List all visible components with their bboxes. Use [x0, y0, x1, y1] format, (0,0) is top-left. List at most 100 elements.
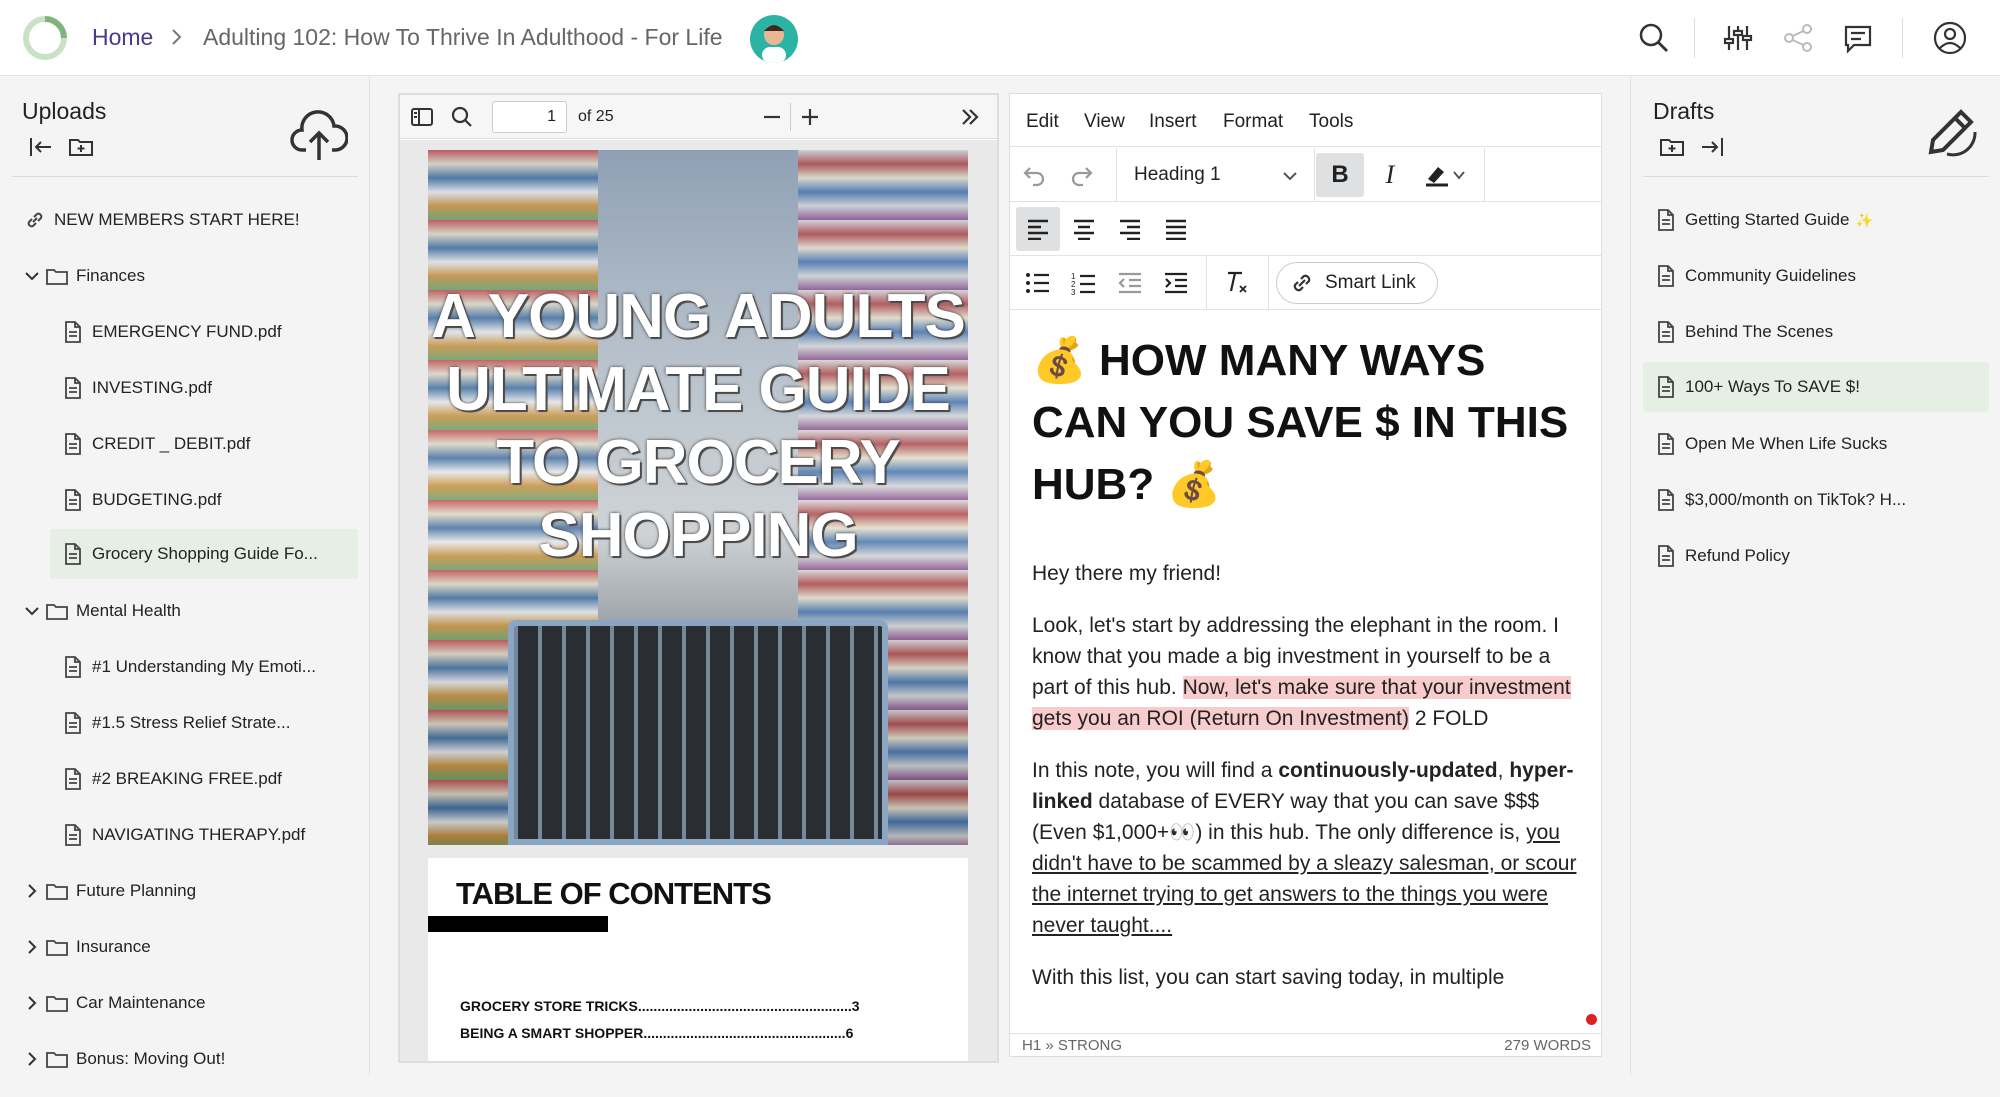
chevron-right-icon[interactable] — [24, 883, 40, 899]
indent-button[interactable] — [1154, 261, 1198, 305]
tree-folder-bonus-moving-out[interactable]: Bonus: Moving Out! — [24, 1034, 225, 1084]
tree-link-new-members[interactable]: NEW MEMBERS START HERE! — [24, 195, 300, 245]
file-icon — [65, 824, 81, 846]
toc-line: BEING A SMART SHOPPER...................… — [460, 1025, 854, 1041]
smart-link-button[interactable]: Smart Link — [1276, 262, 1438, 304]
folder-icon — [46, 996, 68, 1012]
tree-folder-future-planning[interactable]: Future Planning — [24, 866, 196, 916]
text-span: database of EVERY way that you can save … — [1032, 790, 1540, 844]
collapse-right-icon[interactable] — [1699, 134, 1725, 160]
italic-button[interactable]: I — [1368, 153, 1412, 197]
draft-refund-policy[interactable]: Refund Policy — [1655, 531, 1790, 581]
tree-file-understanding-emotions[interactable]: #1 Understanding My Emoti... — [62, 642, 316, 692]
align-right-button[interactable] — [1108, 207, 1152, 251]
notification-dot — [1586, 1014, 1597, 1025]
draft-tiktok[interactable]: $3,000/month on TikTok? H... — [1655, 475, 1906, 525]
chevron-right-icon[interactable] — [24, 939, 40, 955]
tree-folder-insurance[interactable]: Insurance — [24, 922, 151, 972]
tree-folder-mental-health[interactable]: Mental Health — [24, 586, 181, 636]
chevron-right-icon — [168, 26, 186, 48]
tree-file-navigating-therapy[interactable]: NAVIGATING THERAPY.pdf — [62, 810, 305, 860]
cover-page-image: A YOUNG ADULTS ULTIMATE GUIDE TO GROCERY… — [428, 150, 968, 845]
cart-decoration — [508, 620, 888, 845]
tree-label: NEW MEMBERS START HERE! — [54, 210, 300, 229]
undo-icon[interactable] — [1012, 153, 1056, 197]
justify-button[interactable] — [1154, 207, 1198, 251]
chevron-right-icon[interactable] — [24, 995, 40, 1011]
paragraph-investment[interactable]: Look, let's start by addressing the elep… — [1032, 610, 1582, 734]
tree-folder-finances[interactable]: Finances — [24, 251, 145, 301]
chevron-down-icon — [1453, 171, 1465, 180]
tree-label: #1.5 Stress Relief Strate... — [92, 713, 291, 732]
file-icon — [1658, 209, 1674, 231]
draft-behind-the-scenes[interactable]: Behind The Scenes — [1655, 307, 1833, 357]
draft-open-me-when-life-sucks[interactable]: Open Me When Life Sucks — [1655, 419, 1887, 469]
edit-pen-icon[interactable] — [1921, 106, 1979, 160]
redo-icon[interactable] — [1060, 153, 1104, 197]
file-icon — [65, 712, 81, 734]
word-count[interactable]: 279 WORDS — [1504, 1037, 1591, 1054]
cloud-upload-icon[interactable] — [290, 110, 348, 164]
tree-file-breaking-free[interactable]: #2 BREAKING FREE.pdf — [62, 754, 282, 804]
align-left-button[interactable] — [1016, 207, 1060, 251]
chevron-down-icon[interactable] — [24, 603, 40, 619]
tree-label: Bonus: Moving Out! — [76, 1049, 226, 1068]
app-logo-icon[interactable] — [22, 15, 68, 61]
draft-getting-started[interactable]: Getting Started Guide ✨ — [1655, 195, 1873, 245]
paragraph-list[interactable]: With this list, you can start saving tod… — [1032, 962, 1582, 993]
align-right-icon — [1120, 219, 1140, 240]
chevron-down-icon[interactable] — [24, 268, 40, 284]
chat-icon[interactable] — [1840, 20, 1876, 56]
clear-formatting-button[interactable] — [1214, 261, 1258, 305]
sidebar-toggle-icon[interactable] — [410, 105, 434, 129]
bold-button[interactable]: B — [1316, 153, 1364, 197]
toc-line: GROCERY STORE TRICKS....................… — [460, 998, 860, 1014]
search-icon[interactable] — [450, 105, 474, 129]
page-number-input[interactable]: 1 — [492, 101, 567, 133]
align-center-icon — [1074, 219, 1094, 240]
draft-100-ways-to-save[interactable]: 100+ Ways To SAVE $! — [1643, 362, 1989, 412]
tree-file-credit-debit[interactable]: CREDIT _ DEBIT.pdf — [62, 419, 250, 469]
menu-view[interactable]: View — [1084, 111, 1125, 133]
sparkle-icon: ✨ — [1855, 211, 1873, 228]
collapse-left-icon[interactable] — [28, 134, 54, 160]
tree-folder-car-maintenance[interactable]: Car Maintenance — [24, 978, 205, 1028]
add-folder-icon[interactable] — [1659, 134, 1685, 160]
avatar[interactable] — [750, 15, 798, 63]
sliders-icon[interactable] — [1720, 20, 1756, 56]
user-icon[interactable] — [1932, 20, 1968, 56]
block-format-select[interactable]: Heading 1 — [1120, 157, 1310, 193]
menu-format[interactable]: Format — [1223, 111, 1283, 133]
menu-insert[interactable]: Insert — [1149, 111, 1197, 133]
double-chevron-right-icon[interactable] — [958, 105, 982, 129]
numbered-list-button[interactable]: 123 — [1062, 261, 1106, 305]
tree-file-investing[interactable]: INVESTING.pdf — [62, 363, 212, 413]
zoom-in-icon[interactable] — [798, 105, 822, 129]
tree-file-budgeting[interactable]: BUDGETING.pdf — [62, 475, 221, 525]
share-icon[interactable] — [1780, 20, 1816, 56]
note-heading[interactable]: 💰 HOW MANY WAYS CAN YOU SAVE $ IN THIS H… — [1032, 330, 1582, 516]
outdent-button[interactable] — [1108, 261, 1152, 305]
chevron-right-icon[interactable] — [24, 1051, 40, 1067]
toolbar-divider — [1902, 18, 1903, 58]
link-icon — [27, 212, 43, 228]
tree-label: Finances — [76, 266, 145, 285]
search-icon[interactable] — [1636, 20, 1672, 56]
element-path[interactable]: H1 » STRONG — [1022, 1037, 1122, 1054]
tree-file-emergency-fund[interactable]: EMERGENCY FUND.pdf — [62, 307, 282, 357]
tree-file-stress-relief[interactable]: #1.5 Stress Relief Strate... — [62, 698, 290, 748]
tree-file-grocery-guide[interactable]: Grocery Shopping Guide Fo... — [50, 529, 358, 579]
menu-tools[interactable]: Tools — [1309, 111, 1353, 133]
paragraph-database[interactable]: In this note, you will find a continuous… — [1032, 755, 1582, 941]
draft-community-guidelines[interactable]: Community Guidelines — [1655, 251, 1856, 301]
align-center-button[interactable] — [1062, 207, 1106, 251]
bullet-list-button[interactable] — [1016, 261, 1060, 305]
editor-content[interactable]: 💰 HOW MANY WAYS CAN YOU SAVE $ IN THIS H… — [1032, 324, 1582, 1014]
add-folder-icon[interactable] — [68, 134, 94, 160]
pdf-page-area[interactable]: A YOUNG ADULTS ULTIMATE GUIDE TO GROCERY… — [400, 140, 997, 1061]
breadcrumb-home-link[interactable]: Home — [92, 24, 153, 51]
highlight-color-button[interactable] — [1412, 153, 1476, 197]
paragraph-greeting[interactable]: Hey there my friend! — [1032, 558, 1582, 589]
menu-edit[interactable]: Edit — [1026, 111, 1059, 133]
zoom-out-icon[interactable] — [760, 105, 784, 129]
